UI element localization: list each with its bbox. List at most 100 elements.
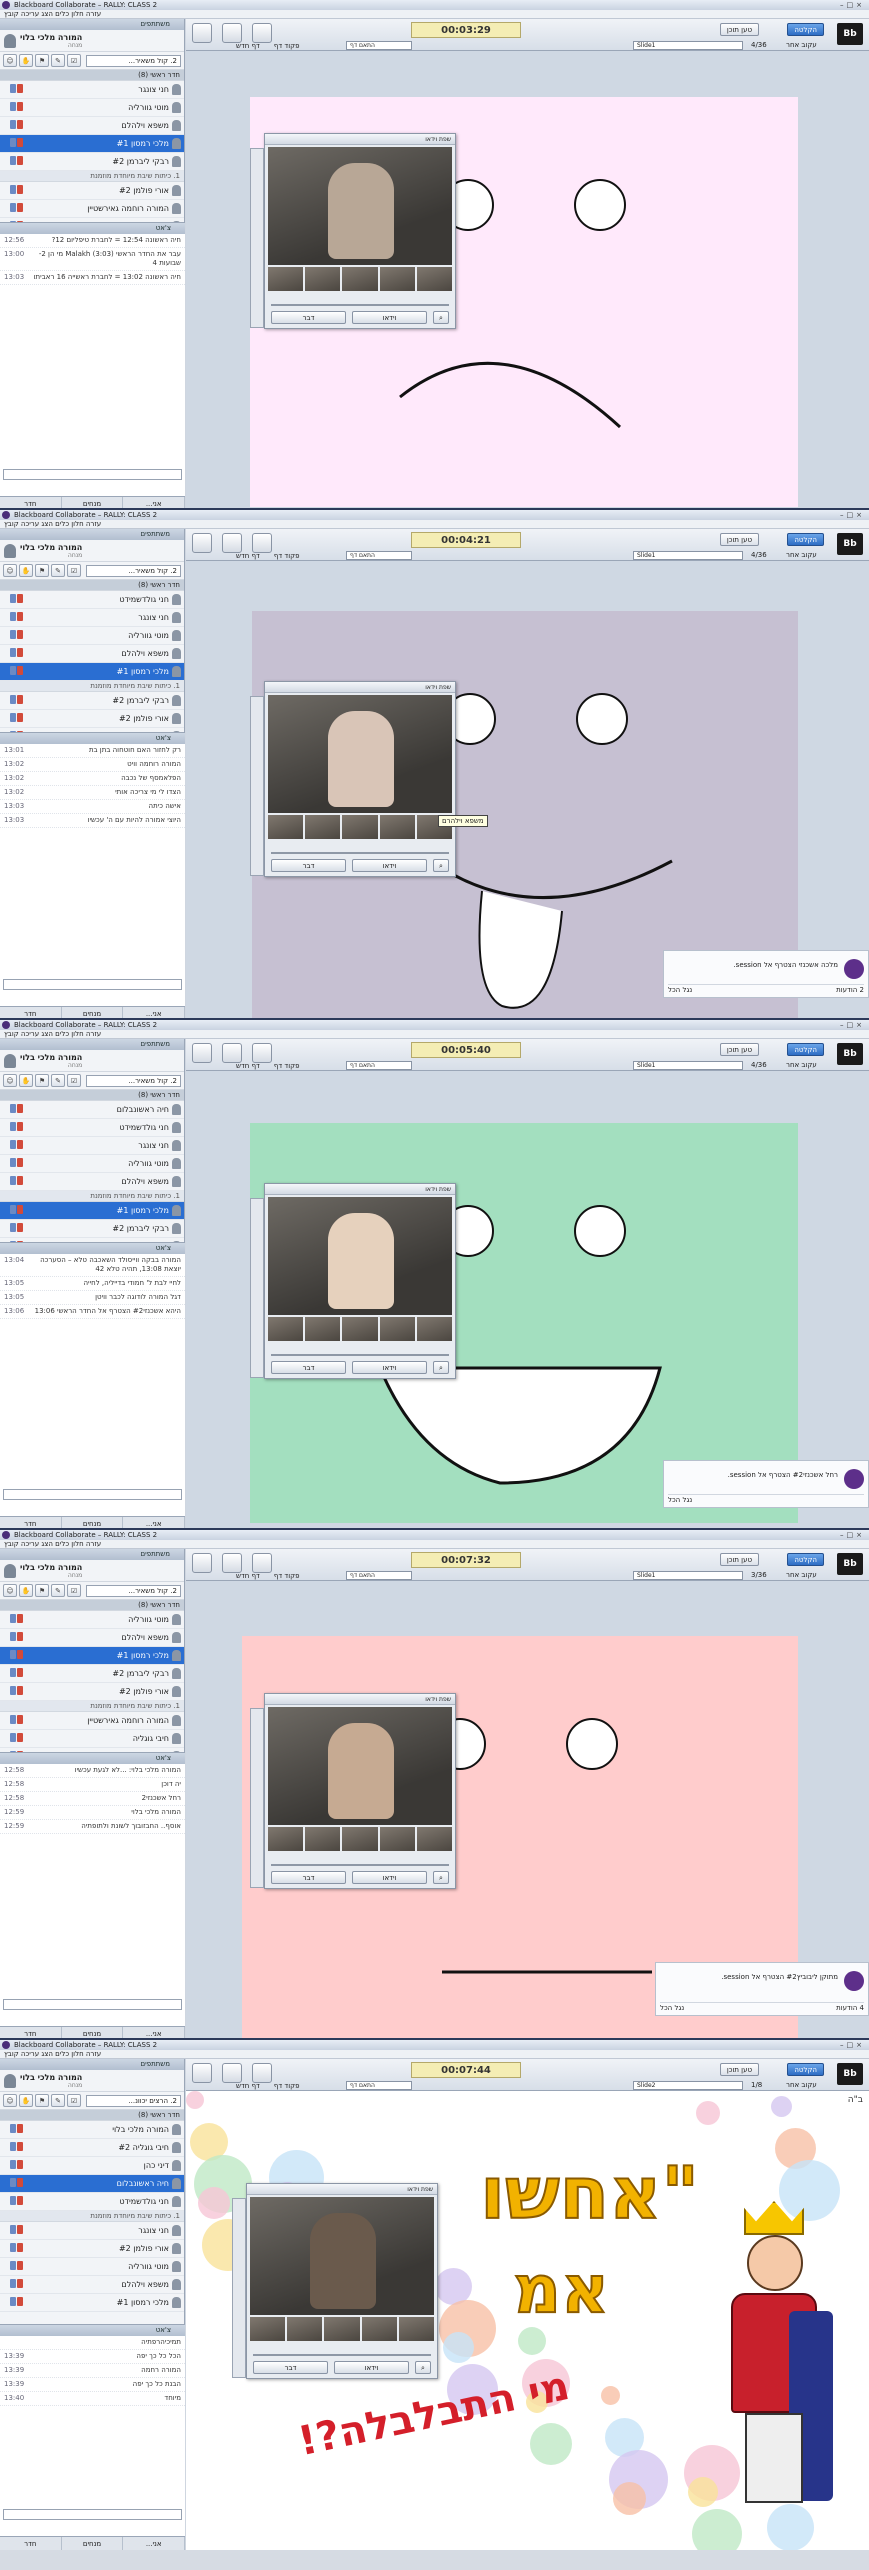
whiteboard-icon[interactable]	[192, 533, 212, 553]
participant-row[interactable]: מלכי רמסון #1	[0, 1647, 184, 1665]
record-button[interactable]: הקלטה	[787, 533, 824, 546]
chat-panel-header[interactable]: צ'אט	[0, 1243, 185, 1254]
video-thumbnail[interactable]	[361, 2317, 397, 2341]
web-tour-icon[interactable]	[252, 23, 272, 43]
fit-page-select[interactable]: התאם דף	[346, 41, 412, 50]
participant-row[interactable]: מלכי רמסון #1	[0, 2294, 184, 2312]
record-button[interactable]: הקלטה	[787, 2063, 824, 2076]
participant-row[interactable]: מלכי רמסון #1	[0, 135, 184, 153]
load-content-button[interactable]: טען תוכן	[719, 23, 759, 36]
participant-tool-1-icon[interactable]: ☺	[3, 1584, 17, 1597]
participant-row[interactable]: חיבי גוגליה	[0, 1730, 184, 1748]
participant-row[interactable]: אורי פולמן #2	[0, 2240, 184, 2258]
menu-bar[interactable]: עזרה חלון כלים הצג עריכה קובץ	[0, 1540, 869, 1549]
slide-select[interactable]: Slide2	[633, 2081, 743, 2090]
video-thumbnail[interactable]	[379, 267, 415, 291]
participant-row[interactable]: מלכי רמסון #1	[0, 663, 184, 681]
new-page-button[interactable]: דף חדש	[236, 1572, 260, 1580]
video-thumbnail[interactable]	[250, 2317, 286, 2341]
video-thumbnail[interactable]	[305, 267, 341, 291]
video-thumbnail[interactable]	[287, 2317, 323, 2341]
participant-row[interactable]: מלכי רמסון #1	[0, 1202, 184, 1220]
left-tab-t3[interactable]: אני...	[123, 2537, 186, 2550]
follow-button[interactable]: עקוב אחר	[786, 2081, 817, 2089]
participant-row[interactable]: משפא וילהלם	[0, 117, 184, 135]
video-thumbnail[interactable]	[342, 1827, 378, 1851]
participant-tool-5-icon[interactable]: ☑	[67, 2094, 81, 2107]
record-button[interactable]: הקלטה	[787, 1553, 824, 1566]
video-thumbnail[interactable]	[268, 815, 304, 839]
page-command-button[interactable]: פקוד דף	[274, 1572, 300, 1580]
new-page-button[interactable]: דף חדש	[236, 1062, 260, 1070]
fit-page-select[interactable]: התאם דף	[346, 1061, 412, 1070]
main-room-group[interactable]: חדר ראשי (8)	[0, 1090, 184, 1101]
window-controls[interactable]: –□×	[840, 1530, 865, 1540]
clear-all-link[interactable]: נגל הכל	[668, 985, 692, 995]
drawing-tools-palette[interactable]	[250, 1198, 264, 1378]
participant-row[interactable]: אורי פולמן #2	[0, 182, 184, 200]
participant-tool-4-icon[interactable]: ✎	[51, 1074, 65, 1087]
participant-row[interactable]: חני גולדשמידט	[0, 591, 184, 609]
load-content-button[interactable]: טען תוכן	[719, 1043, 759, 1056]
video-thumbnail[interactable]	[305, 1317, 341, 1341]
participant-tool-1-icon[interactable]: ☺	[3, 1074, 17, 1087]
record-button[interactable]: הקלטה	[787, 1043, 824, 1056]
main-room-group[interactable]: חדר ראשי (8)	[0, 580, 184, 591]
video-thumbnail[interactable]	[268, 1317, 304, 1341]
talk-button[interactable]: דבר	[271, 1871, 346, 1884]
load-content-button[interactable]: טען תוכן	[719, 2063, 759, 2076]
moderator-row[interactable]: המורה מלכי בלוי מנחה	[0, 1560, 184, 1582]
video-thumbnail[interactable]	[416, 1317, 453, 1341]
new-page-button[interactable]: דף חדש	[236, 2082, 260, 2090]
slide-select[interactable]: Slide1	[633, 1061, 743, 1070]
follow-button[interactable]: עקוב אחר	[786, 1061, 817, 1069]
video-thumbnail[interactable]	[342, 267, 378, 291]
participant-row[interactable]: אורי פולמן #2	[0, 710, 184, 728]
participant-tool-5-icon[interactable]: ☑	[67, 564, 81, 577]
video-button[interactable]: וידאו	[352, 859, 427, 872]
fit-page-select[interactable]: התאם דף	[346, 2081, 412, 2090]
breakout-room-group[interactable]: 1. כיתות שיבת מיוחדת מוזמנת	[0, 2211, 184, 2222]
chat-input[interactable]	[3, 1999, 182, 2010]
slide-select[interactable]: Slide1	[633, 41, 743, 50]
participant-tool-1-icon[interactable]: ☺	[3, 2094, 17, 2107]
talk-button[interactable]: דבר	[253, 2361, 328, 2374]
participant-row[interactable]: חני גולדשמידט	[0, 1119, 184, 1137]
chat-panel-header[interactable]: צ'אט	[0, 2325, 185, 2336]
window-controls[interactable]: –□×	[840, 2040, 865, 2050]
participant-row[interactable]: חני צונגר	[0, 2222, 184, 2240]
web-tour-icon[interactable]	[252, 533, 272, 553]
whiteboard-icon[interactable]	[192, 1043, 212, 1063]
window-controls[interactable]: –□×	[840, 510, 865, 520]
volume-slider[interactable]	[271, 842, 449, 854]
participant-row[interactable]: חיה ראשונבלום	[0, 1101, 184, 1119]
drawing-tools-palette[interactable]	[250, 1708, 264, 1888]
zoom-icon[interactable]: ⌕	[415, 2361, 431, 2374]
drawing-tools-palette[interactable]	[232, 2198, 246, 2378]
moderator-row[interactable]: המורה מלכי בלוי מנחה	[0, 540, 184, 562]
video-thumbnail[interactable]	[324, 2317, 360, 2341]
record-button[interactable]: הקלטה	[787, 23, 824, 36]
left-tab-t2[interactable]: מנחים	[62, 2537, 124, 2550]
participant-tool-5-icon[interactable]: ☑	[67, 1584, 81, 1597]
participant-row[interactable]: מוטי גוורליה	[0, 1155, 184, 1173]
app-share-icon[interactable]	[222, 1553, 242, 1573]
video-thumbnail[interactable]	[342, 1317, 378, 1341]
video-window-title[interactable]: שפת וידאו	[265, 1694, 455, 1705]
status-dropdown[interactable]: 2. קול משאיר...	[86, 564, 181, 577]
talk-button[interactable]: דבר	[271, 1361, 346, 1374]
participant-row[interactable]: המורה רוחמה גאירשטיין	[0, 1712, 184, 1730]
page-command-button[interactable]: פקוד דף	[274, 552, 300, 560]
volume-slider[interactable]	[253, 2344, 431, 2356]
participant-tool-1-icon[interactable]: ☺	[3, 54, 17, 67]
participant-row[interactable]: חני צונגר	[0, 609, 184, 627]
fit-page-select[interactable]: התאם דף	[346, 551, 412, 560]
status-dropdown[interactable]: 2. קול משאיר...	[86, 54, 181, 67]
drawing-tools-palette[interactable]	[250, 148, 264, 328]
video-thumbnail[interactable]	[268, 267, 304, 291]
new-page-button[interactable]: דף חדש	[236, 42, 260, 50]
participant-row[interactable]: חיבי גוגליה #2	[0, 2139, 184, 2157]
slide-select[interactable]: Slide1	[633, 551, 743, 560]
page-command-button[interactable]: פקוד דף	[274, 42, 300, 50]
video-thumbnail[interactable]	[379, 1317, 415, 1341]
